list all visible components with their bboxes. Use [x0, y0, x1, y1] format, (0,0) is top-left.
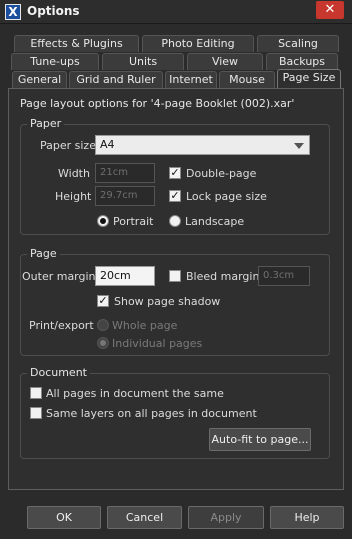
title-bar: X Options ✕ [0, 0, 352, 24]
landscape-radio[interactable] [169, 215, 181, 227]
width-field[interactable]: 21cm [95, 163, 155, 183]
paper-size-value: A4 [100, 138, 115, 151]
height-field[interactable]: 29.7cm [95, 186, 155, 206]
whole-page-radio[interactable] [97, 319, 109, 331]
cancel-button[interactable]: Cancel [107, 506, 182, 529]
bleed-margin-field[interactable]: 0.3cm [258, 266, 310, 286]
help-button[interactable]: Help [270, 506, 344, 529]
tab-general[interactable]: General [12, 71, 67, 88]
tab-photo-editing[interactable]: Photo Editing [142, 35, 254, 52]
paper-size-label: Paper size [40, 139, 96, 152]
individual-pages-label: Individual pages [112, 337, 203, 350]
auto-fit-button[interactable]: Auto-fit to page... [209, 428, 311, 451]
all-pages-same-label: All pages in document the same [46, 387, 224, 400]
print-export-label: Print/export [29, 319, 94, 332]
paper-size-select[interactable]: A4 [95, 135, 310, 155]
tab-tune-ups[interactable]: Tune-ups [11, 53, 99, 70]
bleed-margin-checkbox[interactable] [169, 270, 181, 282]
all-pages-same-checkbox[interactable] [30, 387, 42, 399]
outer-margin-label: Outer margin [22, 270, 96, 283]
tab-grid-and-ruler[interactable]: Grid and Ruler [69, 71, 163, 88]
tab-scaling[interactable]: Scaling [257, 35, 339, 52]
tab-backups[interactable]: Backups [266, 53, 338, 70]
individual-pages-radio[interactable] [97, 337, 109, 349]
double-page-label: Double-page [186, 167, 257, 180]
tab-effects-plugins[interactable]: Effects & Plugins [14, 35, 139, 52]
close-button[interactable]: ✕ [316, 1, 344, 19]
paper-group-title: Paper [27, 117, 65, 130]
tab-view[interactable]: View [187, 53, 263, 70]
show-page-shadow-checkbox[interactable]: ✓ [97, 295, 109, 307]
landscape-label: Landscape [185, 215, 245, 228]
bleed-margin-label: Bleed margin [186, 270, 260, 283]
ok-button[interactable]: OK [27, 506, 101, 529]
apply-button[interactable]: Apply [188, 506, 264, 529]
whole-page-label: Whole page [112, 319, 178, 332]
window-title: Options [27, 4, 80, 18]
document-group-title: Document [27, 366, 90, 379]
page-title: Page layout options for '4-page Booklet … [20, 97, 295, 110]
double-page-checkbox[interactable]: ✓ [169, 167, 181, 179]
chevron-down-icon [294, 143, 304, 149]
show-page-shadow-label: Show page shadow [114, 295, 221, 308]
tab-units[interactable]: Units [102, 53, 184, 70]
same-layers-label: Same layers on all pages in document [46, 407, 257, 420]
portrait-label: Portrait [113, 215, 154, 228]
same-layers-checkbox[interactable] [30, 407, 42, 419]
tab-page-size[interactable]: Page Size [277, 69, 341, 88]
height-label: Height [55, 190, 92, 203]
outer-margin-field[interactable]: 20cm [95, 266, 155, 286]
width-label: Width [58, 167, 90, 180]
lock-page-size-label: Lock page size [186, 190, 267, 203]
portrait-radio[interactable] [97, 215, 109, 227]
page-group-title: Page [27, 247, 60, 260]
tab-internet[interactable]: Internet [165, 71, 217, 88]
tab-mouse[interactable]: Mouse [219, 71, 275, 88]
app-icon: X [5, 4, 21, 20]
lock-page-size-checkbox[interactable]: ✓ [169, 190, 181, 202]
